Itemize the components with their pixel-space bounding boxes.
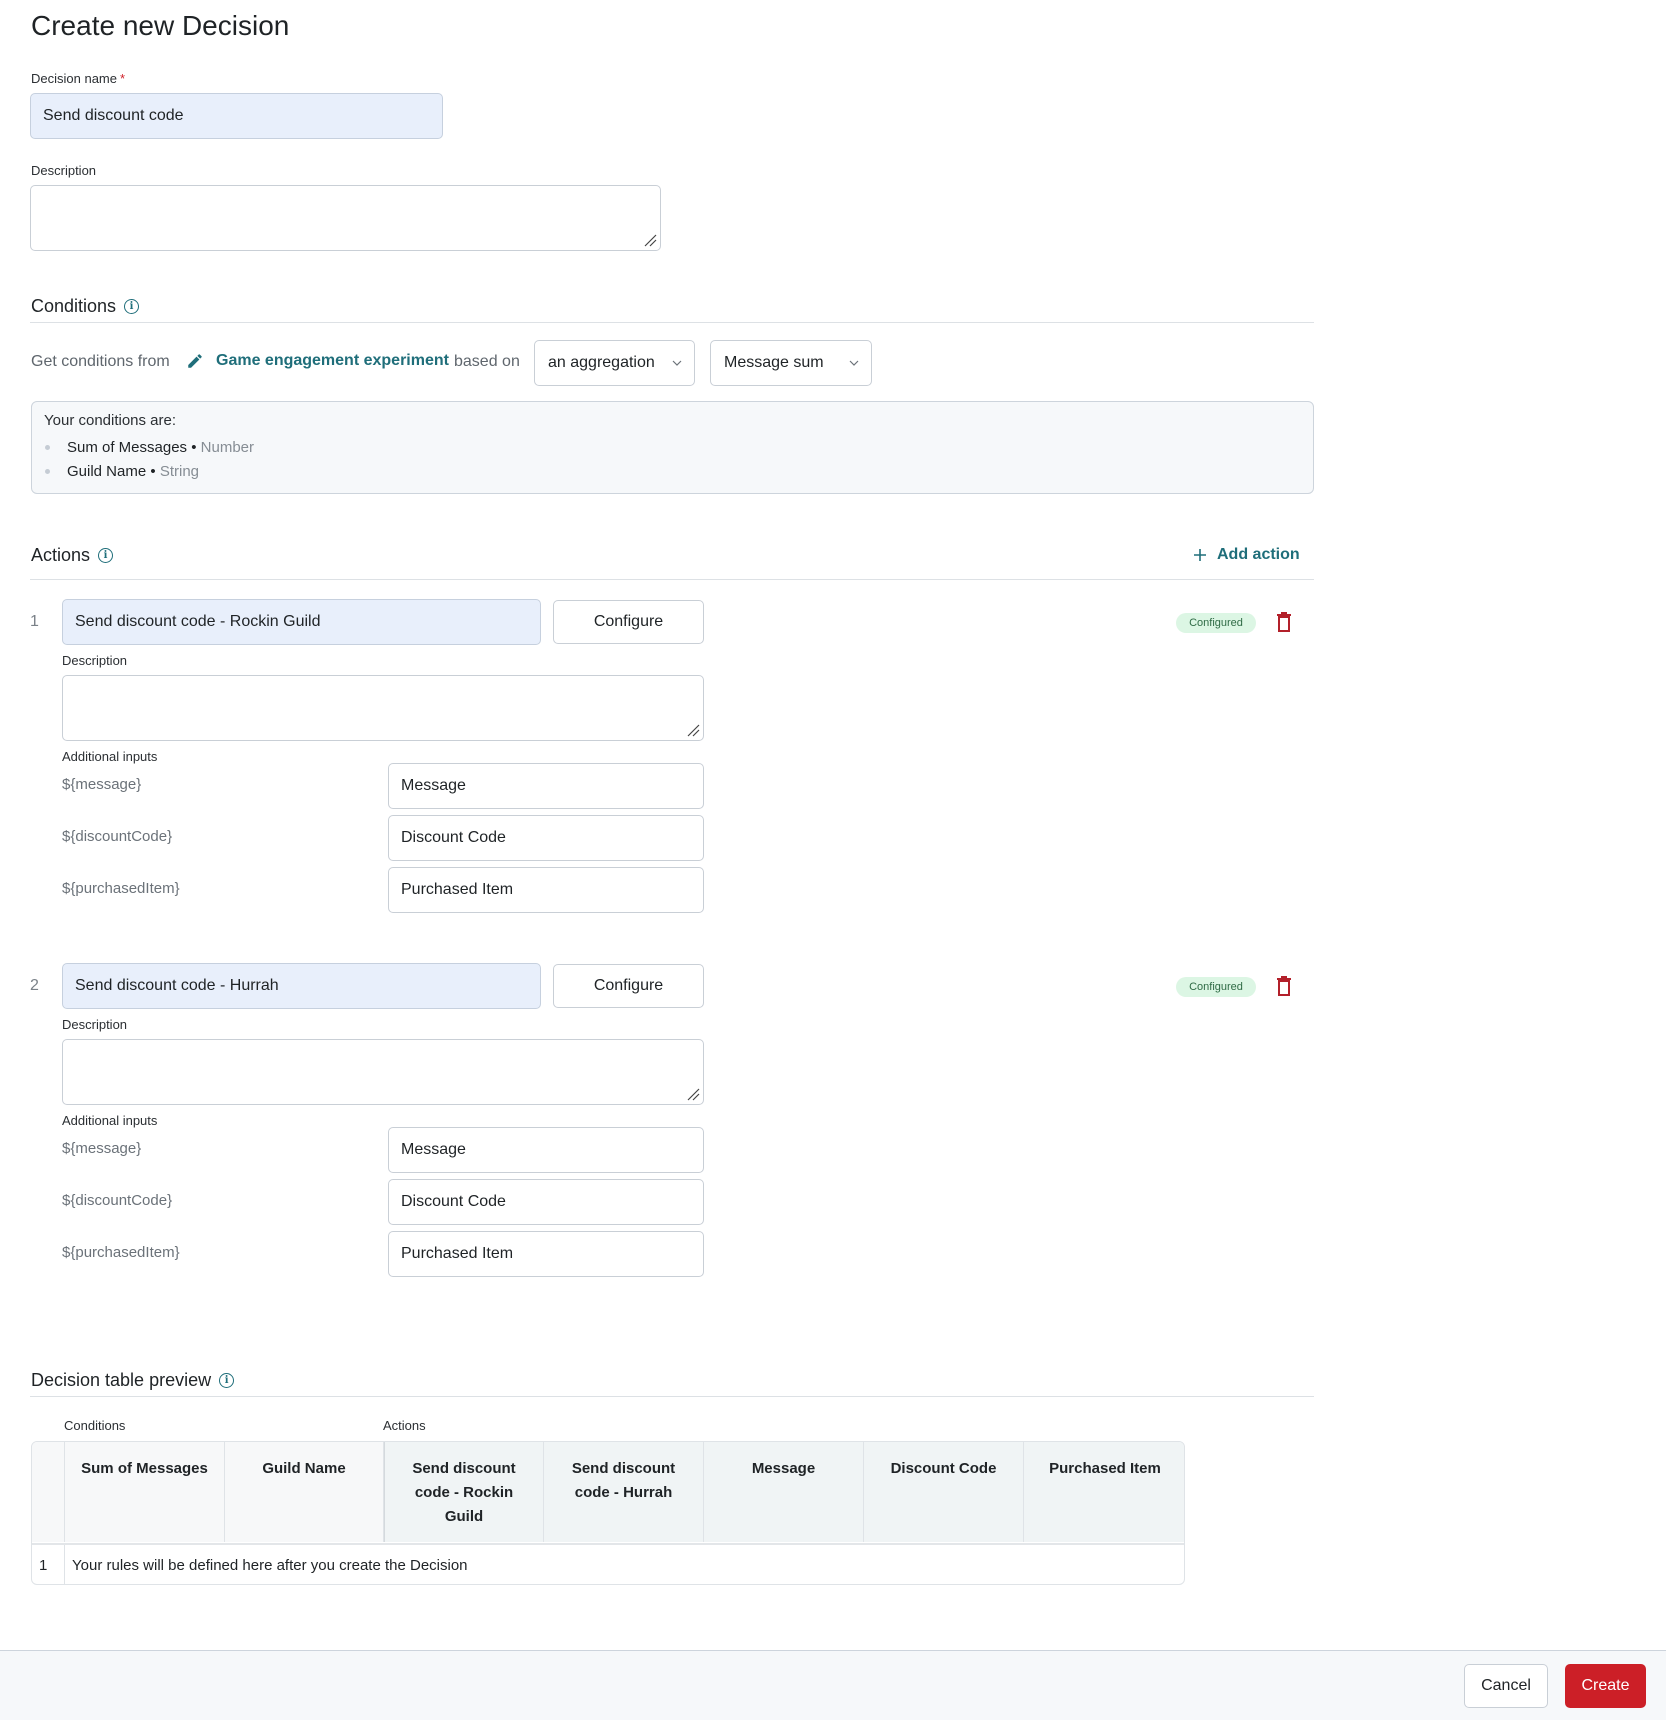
condition-name: Guild Name bbox=[67, 462, 147, 480]
info-icon[interactable]: i bbox=[219, 1373, 235, 1388]
conditions-title: Conditions bbox=[31, 296, 117, 316]
chevron-down-icon bbox=[849, 360, 859, 366]
input-variable-label: ${purchasedItem} bbox=[62, 1244, 180, 1261]
create-button[interactable]: Create bbox=[1565, 1664, 1646, 1708]
separator: • bbox=[191, 438, 197, 456]
input-variable-label: ${purchasedItem} bbox=[62, 880, 180, 897]
input-variable-label: ${message} bbox=[62, 1140, 142, 1157]
decision-name-input[interactable]: Send discount code bbox=[30, 93, 443, 139]
actions-group-label: Actions bbox=[383, 1418, 426, 1433]
additional-inputs-label: Additional inputs bbox=[62, 749, 158, 764]
row-index: 1 bbox=[32, 1545, 65, 1584]
actions-divider bbox=[30, 579, 1314, 580]
action-index: 1 bbox=[30, 613, 39, 630]
decision-name-label: Decision name * bbox=[31, 71, 125, 86]
action-item: 1 Send discount code - Rockin Guild Conf… bbox=[0, 599, 1320, 919]
aggregation-select[interactable]: Message sum bbox=[710, 340, 872, 386]
conditions-source-prefix: Get conditions from bbox=[31, 353, 170, 370]
table-header-cell: Send discount code - Hurrah bbox=[544, 1442, 704, 1542]
info-icon[interactable]: i bbox=[98, 548, 114, 563]
action-index: 2 bbox=[30, 977, 39, 994]
resize-grip-icon[interactable] bbox=[643, 233, 657, 247]
action-description-textarea[interactable] bbox=[62, 1039, 704, 1105]
description-textarea[interactable] bbox=[30, 185, 661, 251]
action-name-input[interactable]: Send discount code - Rockin Guild bbox=[62, 599, 541, 645]
input-value-field[interactable]: Discount Code bbox=[388, 1179, 704, 1225]
basis-select-value: an aggregation bbox=[548, 354, 655, 371]
configured-badge: Configured bbox=[1176, 977, 1256, 997]
separator: • bbox=[150, 462, 156, 480]
resize-grip-icon[interactable] bbox=[686, 1087, 700, 1101]
table-index-header bbox=[32, 1442, 65, 1542]
basis-select[interactable]: an aggregation bbox=[534, 340, 695, 386]
pencil-icon bbox=[188, 354, 202, 368]
table-header-cell: Purchased Item bbox=[1024, 1442, 1184, 1542]
additional-inputs-label: Additional inputs bbox=[62, 1113, 158, 1128]
preview-title: Decision table preview bbox=[31, 1370, 212, 1390]
chevron-down-icon bbox=[672, 360, 682, 366]
table-header-cell: Send discount code - Rockin Guild bbox=[384, 1442, 544, 1542]
action-description-textarea[interactable] bbox=[62, 675, 704, 741]
input-value-field[interactable]: Purchased Item bbox=[388, 1231, 704, 1277]
input-variable-label: ${discountCode} bbox=[62, 1192, 173, 1209]
condition-name: Sum of Messages bbox=[67, 438, 188, 456]
input-value-field[interactable]: Discount Code bbox=[388, 815, 704, 861]
trash-icon[interactable] bbox=[1276, 976, 1292, 996]
conditions-heading: Conditions i bbox=[31, 296, 140, 317]
add-action-button[interactable]: Add action bbox=[1193, 546, 1300, 564]
table-header-cell: Message bbox=[704, 1442, 864, 1542]
input-variable-label: ${discountCode} bbox=[62, 828, 173, 845]
table-row: 1 Your rules will be defined here after … bbox=[32, 1543, 1184, 1584]
conditions-source-link[interactable]: Game engagement experiment bbox=[186, 352, 449, 370]
source-link-text[interactable]: Game engagement experiment bbox=[216, 352, 449, 370]
action-name-input[interactable]: Send discount code - Hurrah bbox=[62, 963, 541, 1009]
condition-type: String bbox=[159, 462, 199, 480]
required-mark: * bbox=[120, 71, 126, 86]
resize-grip-icon[interactable] bbox=[686, 723, 700, 737]
decision-name-label-text: Decision name bbox=[31, 71, 117, 86]
condition-type: Number bbox=[200, 438, 255, 456]
configure-button[interactable]: Configure bbox=[553, 600, 704, 644]
footer-bar: Cancel Create bbox=[0, 1650, 1666, 1720]
page-title: Create new Decision bbox=[31, 10, 290, 41]
actions-heading: Actions i bbox=[31, 545, 114, 566]
trash-icon[interactable] bbox=[1276, 612, 1292, 632]
row-placeholder-text: Your rules will be defined here after yo… bbox=[72, 1556, 468, 1574]
condition-item: Guild Name • String bbox=[44, 459, 1301, 483]
table-header-cell: Guild Name bbox=[225, 1442, 384, 1542]
input-value-field[interactable]: Message bbox=[388, 1127, 704, 1173]
action-description-label: Description bbox=[62, 1017, 128, 1032]
based-on-label: based on bbox=[454, 353, 520, 370]
bullet bbox=[45, 468, 50, 474]
table-header-cell: Sum of Messages bbox=[65, 1442, 225, 1542]
aggregation-select-value: Message sum bbox=[724, 354, 824, 371]
actions-title: Actions bbox=[31, 545, 91, 565]
bullet bbox=[45, 444, 50, 450]
action-description-label: Description bbox=[62, 653, 128, 668]
configured-badge: Configured bbox=[1176, 613, 1256, 633]
description-label: Description bbox=[31, 163, 97, 178]
preview-divider bbox=[30, 1396, 1314, 1397]
info-icon[interactable]: i bbox=[124, 299, 140, 314]
cancel-button[interactable]: Cancel bbox=[1464, 1664, 1548, 1708]
input-value-field[interactable]: Message bbox=[388, 763, 704, 809]
action-item: 2 Send discount code - Hurrah Configure … bbox=[0, 963, 1320, 1283]
input-value-field[interactable]: Purchased Item bbox=[388, 867, 704, 913]
preview-heading: Decision table preview i bbox=[31, 1370, 235, 1391]
plus-icon bbox=[1194, 549, 1206, 561]
conditions-summary-box: Your conditions are: Sum of Messages • N… bbox=[31, 401, 1314, 494]
add-action-label: Add action bbox=[1217, 546, 1300, 563]
conditions-group-label: Conditions bbox=[64, 1418, 126, 1433]
conditions-summary-heading: Your conditions are: bbox=[44, 412, 177, 429]
condition-item: Sum of Messages • Number bbox=[44, 435, 1301, 459]
input-variable-label: ${message} bbox=[62, 776, 142, 793]
configure-button[interactable]: Configure bbox=[553, 964, 704, 1008]
decision-table-preview: Sum of Messages Guild Name Send discount… bbox=[31, 1441, 1185, 1585]
table-header-cell: Discount Code bbox=[864, 1442, 1024, 1542]
conditions-divider bbox=[30, 322, 1314, 323]
